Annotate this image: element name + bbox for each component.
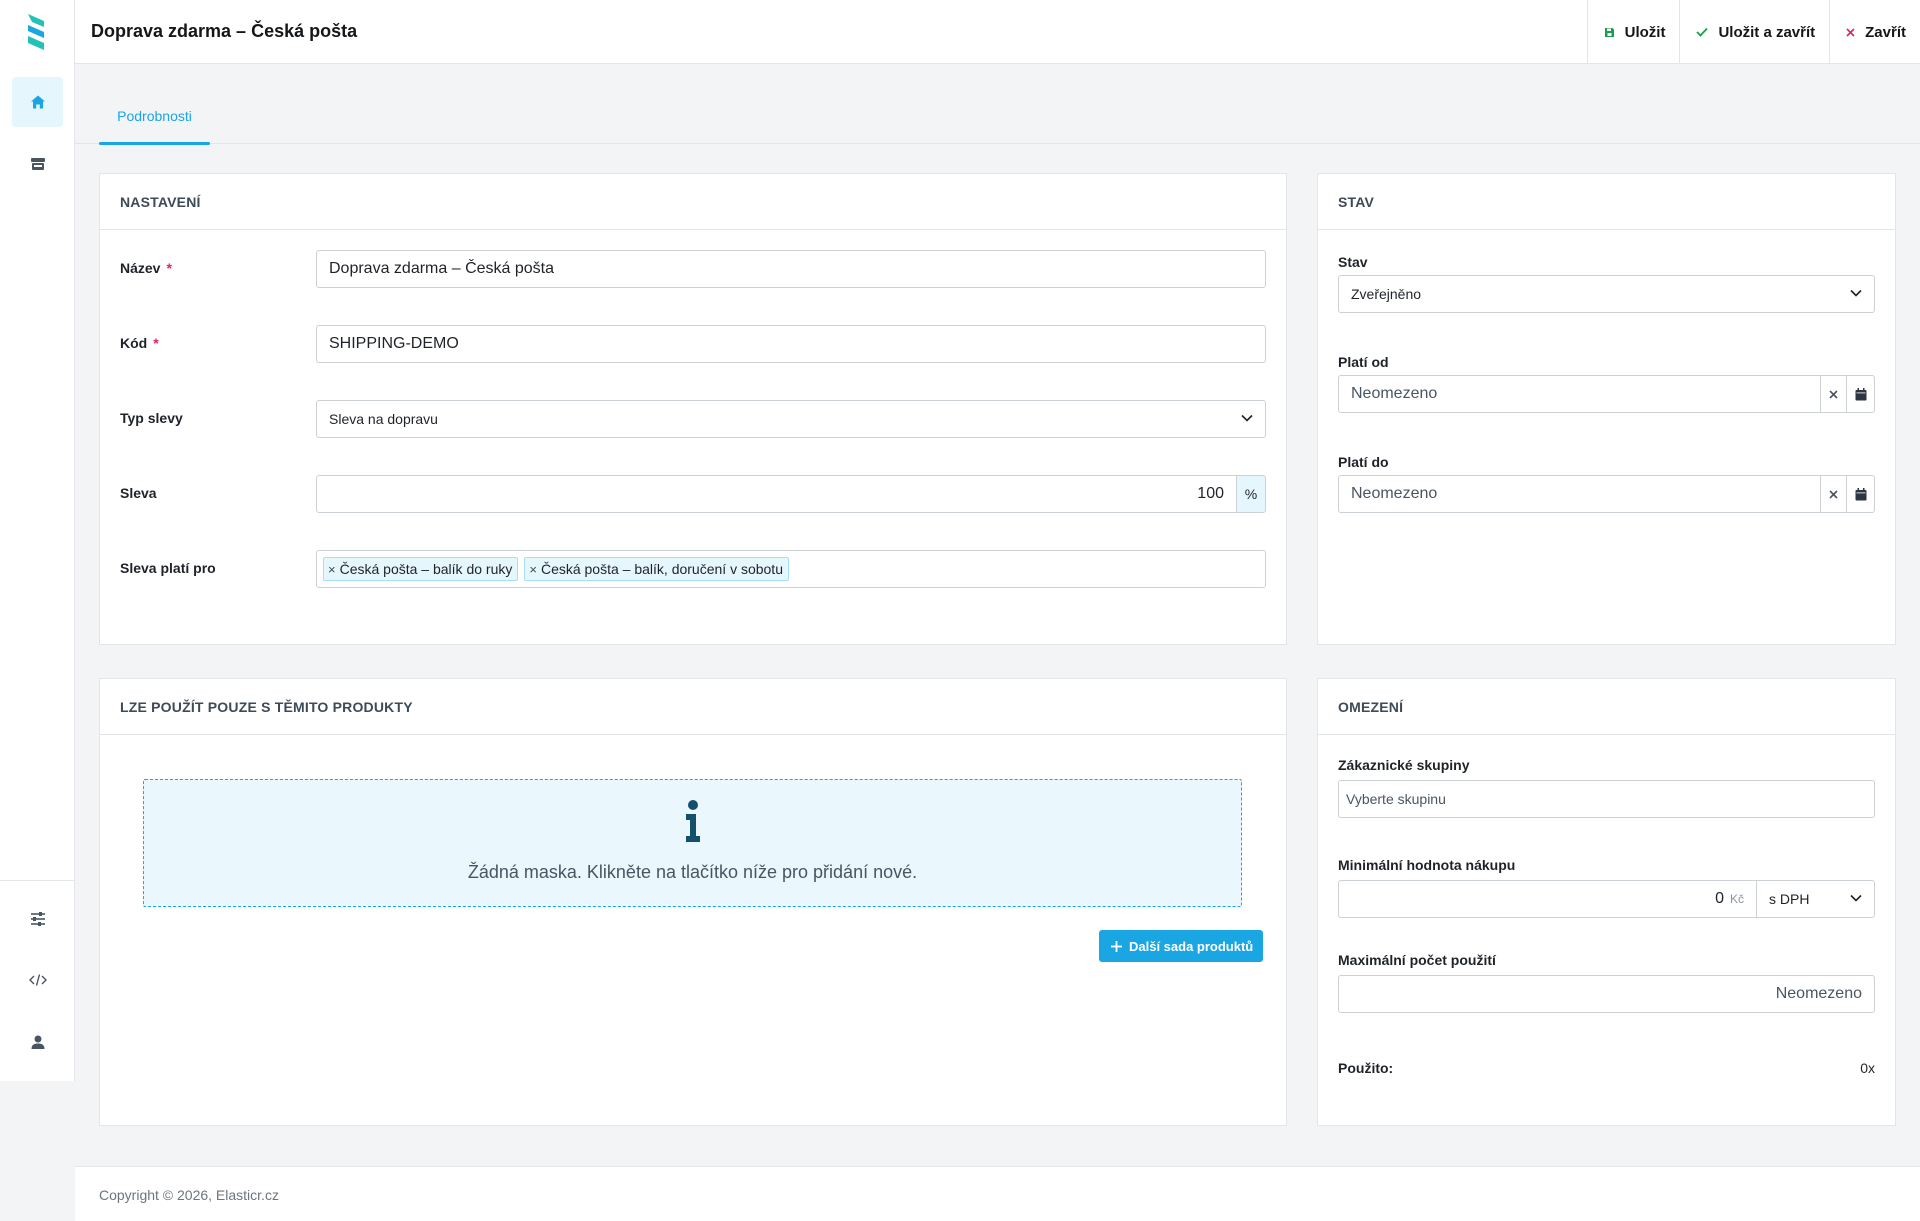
selected-tag[interactable]: × Česká pošta – balík, doručení v sobotu bbox=[524, 557, 789, 581]
active-tab-indicator bbox=[99, 142, 210, 145]
close-icon bbox=[1846, 27, 1855, 37]
close-button[interactable]: Zavřít bbox=[1829, 0, 1920, 64]
sliders-icon bbox=[30, 912, 45, 926]
valid-from-input[interactable]: Neomezeno bbox=[1338, 375, 1821, 413]
remove-tag-icon[interactable]: × bbox=[529, 562, 537, 577]
tab-details-label: Podrobnosti bbox=[117, 108, 192, 124]
valid-from-label: Platí od bbox=[1338, 354, 1389, 370]
empty-state-message: Žádná maska. Klikněte na tlačítko níže p… bbox=[467, 862, 918, 882]
remove-tag-icon[interactable]: × bbox=[328, 562, 336, 577]
footer: Copyright © 2026, Elasticr.cz bbox=[75, 1166, 1920, 1221]
min-purchase-input[interactable]: 0 Kč bbox=[1338, 880, 1757, 918]
customer-groups-select[interactable]: Vyberte skupinu bbox=[1338, 780, 1875, 818]
calendar-icon bbox=[1855, 387, 1866, 400]
discount-input[interactable]: 100 bbox=[316, 475, 1237, 513]
sidebar bbox=[0, 0, 75, 1081]
user-icon bbox=[31, 1035, 44, 1049]
header-actions: Uložit Uložit a zavřít Zavřít bbox=[1586, 0, 1920, 64]
check-icon bbox=[1696, 27, 1709, 37]
status-heading: STAV bbox=[1318, 174, 1895, 230]
empty-state-box: Žádná maska. Klikněte na tlačítko níže p… bbox=[143, 779, 1242, 907]
settings-heading: NASTAVENÍ bbox=[100, 174, 1286, 230]
clear-valid-to-button[interactable] bbox=[1820, 475, 1847, 513]
info-icon bbox=[686, 800, 700, 842]
sidebar-item-store[interactable] bbox=[12, 139, 63, 189]
products-heading: LZE POUŽÍT POUZE S TĚMITO PRODUKTY bbox=[100, 679, 1286, 735]
min-purchase-label: Minimální hodnota nákupu bbox=[1338, 857, 1516, 873]
clear-valid-from-button[interactable] bbox=[1820, 375, 1847, 413]
sidebar-item-developer[interactable] bbox=[12, 955, 63, 1005]
home-icon bbox=[30, 95, 45, 109]
vat-select[interactable]: s DPH bbox=[1756, 880, 1875, 918]
used-label: Použito: bbox=[1338, 1060, 1394, 1076]
code-icon bbox=[28, 974, 47, 986]
customer-groups-label: Zákaznické skupiny bbox=[1338, 757, 1470, 773]
state-select[interactable]: Zveřejněno bbox=[1338, 275, 1875, 313]
copyright-text: Copyright © 2026, Elasticr.cz bbox=[99, 1187, 279, 1203]
store-icon bbox=[30, 158, 45, 170]
required-marker: * bbox=[166, 260, 172, 276]
calendar-icon bbox=[1855, 487, 1866, 500]
save-and-close-button[interactable]: Uložit a zavřít bbox=[1679, 0, 1829, 64]
plus-icon bbox=[1111, 940, 1122, 952]
save-and-close-label: Uložit a zavřít bbox=[1718, 23, 1816, 41]
max-uses-label: Maximální počet použití bbox=[1338, 952, 1496, 968]
discount-type-value: Sleva na dopravu bbox=[329, 411, 438, 427]
valid-from-calendar-button[interactable] bbox=[1846, 375, 1875, 413]
discount-label: Sleva bbox=[120, 485, 157, 501]
clear-icon bbox=[1829, 389, 1838, 399]
sidebar-item-account[interactable] bbox=[12, 1017, 63, 1067]
floppy-icon bbox=[1604, 27, 1614, 37]
logo[interactable] bbox=[24, 12, 50, 52]
valid-to-label: Platí do bbox=[1338, 454, 1389, 470]
currency-suffix: Kč bbox=[1729, 892, 1744, 906]
products-card: LZE POUŽÍT POUZE S TĚMITO PRODUKTY Žádná… bbox=[99, 678, 1287, 1126]
tab-details[interactable]: Podrobnosti bbox=[99, 106, 210, 145]
sidebar-item-home[interactable] bbox=[12, 77, 63, 127]
save-label: Uložit bbox=[1624, 23, 1666, 41]
settings-card: NASTAVENÍ Název * Doprava zdarma – Česká … bbox=[99, 173, 1287, 645]
discount-type-select[interactable]: Sleva na dopravu bbox=[316, 400, 1266, 438]
limits-heading: OMEZENÍ bbox=[1318, 679, 1895, 735]
max-uses-input[interactable]: Neomezeno bbox=[1338, 975, 1875, 1013]
name-input[interactable]: Doprava zdarma – Česká pošta bbox=[316, 250, 1266, 288]
vat-value: s DPH bbox=[1769, 891, 1810, 907]
required-marker: * bbox=[153, 335, 159, 351]
selected-tag[interactable]: × Česká pošta – balík do ruky bbox=[323, 557, 519, 581]
valid-to-calendar-button[interactable] bbox=[1846, 475, 1875, 513]
discount-type-label: Typ slevy bbox=[120, 410, 183, 426]
valid-to-input[interactable]: Neomezeno bbox=[1338, 475, 1821, 513]
used-value: 0x bbox=[1860, 1060, 1875, 1076]
page-header: Doprava zdarma – Česká pošta Uložit Ulož… bbox=[75, 0, 1920, 64]
chevron-down-icon bbox=[1241, 414, 1253, 422]
chevron-down-icon bbox=[1850, 894, 1862, 902]
status-card: STAV Stav Zveřejněno Platí od Neomezeno … bbox=[1317, 173, 1896, 645]
percent-addon: % bbox=[1236, 475, 1266, 513]
code-label: Kód * bbox=[120, 335, 159, 351]
tab-bar: Podrobnosti bbox=[75, 64, 1920, 145]
state-label: Stav bbox=[1338, 254, 1368, 270]
save-button[interactable]: Uložit bbox=[1586, 0, 1680, 64]
page-title: Doprava zdarma – Česká pošta bbox=[91, 21, 358, 41]
applies-to-label: Sleva platí pro bbox=[120, 560, 216, 576]
name-label: Název * bbox=[120, 260, 172, 276]
add-product-set-button[interactable]: Další sada produktů bbox=[1099, 930, 1264, 962]
min-purchase-value: 0 bbox=[1715, 890, 1724, 907]
limits-card: OMEZENÍ Zákaznické skupiny Vyberte skupi… bbox=[1317, 678, 1896, 1126]
applies-to-multiselect[interactable]: × Česká pošta – balík do ruky × Česká pošt… bbox=[316, 550, 1266, 588]
add-product-set-label: Další sada produktů bbox=[1129, 938, 1254, 954]
clear-icon bbox=[1829, 489, 1838, 499]
chevron-down-icon bbox=[1850, 289, 1862, 297]
state-value: Zveřejněno bbox=[1351, 286, 1422, 302]
sidebar-item-settings[interactable] bbox=[12, 894, 63, 944]
code-input[interactable]: SHIPPING-DEMO bbox=[316, 325, 1266, 363]
close-label: Zavřít bbox=[1865, 23, 1906, 41]
sidebar-divider bbox=[0, 880, 74, 881]
